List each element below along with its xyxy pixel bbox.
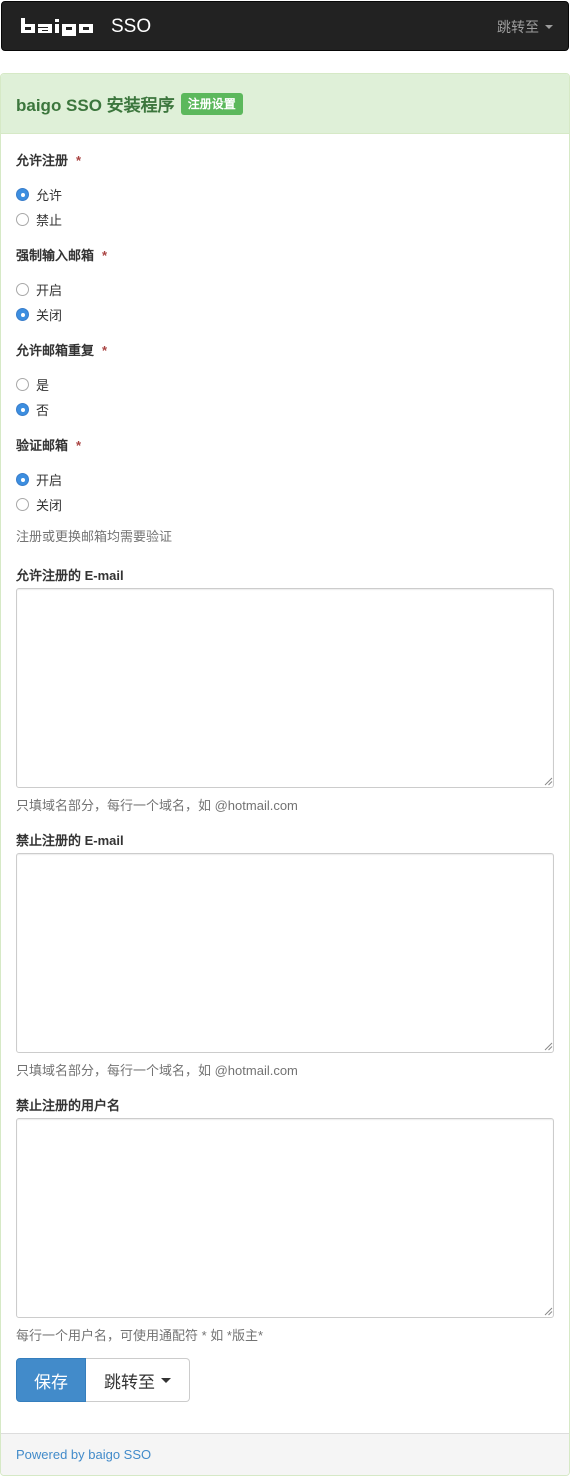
banned-emails-textarea[interactable] (16, 853, 554, 1053)
banned-emails-help: 只填域名部分，每行一个域名，如 @hotmail.com (16, 1063, 298, 1078)
powered-by-link[interactable]: Powered by baigo SSO (16, 1447, 151, 1462)
resize-grip-icon[interactable] (544, 777, 553, 786)
banned-emails-label: 禁止注册的 E-mail (16, 833, 124, 848)
top-navbar: SSO 跳转至 (1, 1, 569, 51)
verify-email-option-off[interactable]: 关闭 (16, 495, 62, 514)
panel-footer: Powered by baigo SSO (1, 1433, 569, 1475)
jump-dropdown-button[interactable]: 跳转至 (86, 1358, 190, 1402)
panel-heading: baigo SSO 安装程序 注册设置 (1, 74, 569, 134)
caret-down-icon (161, 1377, 171, 1383)
verify-email-option-on[interactable]: 开启 (16, 470, 62, 489)
banned-names-help: 每行一个用户名，可使用通配符 * 如 *版主* (16, 1328, 264, 1343)
required-marker: * (76, 438, 82, 453)
radio-unchecked-icon[interactable] (16, 498, 29, 511)
required-marker: * (76, 153, 82, 168)
verify-email-label: 验证邮箱 * (16, 438, 82, 453)
radio-unchecked-icon[interactable] (16, 283, 29, 296)
force-email-label: 强制输入邮箱 * (16, 248, 108, 263)
required-marker: * (102, 248, 108, 263)
dup-email-label: 允许邮箱重复 * (16, 343, 108, 358)
allowed-emails-help: 只填域名部分，每行一个域名，如 @hotmail.com (16, 798, 298, 813)
allowed-emails-textarea[interactable] (16, 588, 554, 788)
form-actions: 保存 跳转至 (16, 1358, 190, 1402)
radio-checked-icon[interactable] (16, 403, 29, 416)
step-badge: 注册设置 (180, 92, 243, 115)
nav-jump-label: 跳转至 (497, 19, 539, 35)
verify-email-help: 注册或更换邮箱均需要验证 (16, 529, 173, 544)
nav-jump-dropdown[interactable]: 跳转至 (497, 17, 553, 37)
allow-reg-option-deny[interactable]: 禁止 (16, 210, 62, 229)
jump-button-label: 跳转至 (104, 1372, 155, 1392)
save-button[interactable]: 保存 (16, 1358, 86, 1402)
required-marker: * (102, 343, 108, 358)
dup-email-option-no[interactable]: 否 (16, 400, 49, 419)
brand-text: SSO (111, 16, 152, 37)
force-email-option-off[interactable]: 关闭 (16, 305, 62, 324)
allowed-emails-label: 允许注册的 E-mail (16, 568, 124, 583)
radio-checked-icon[interactable] (16, 473, 29, 486)
allow-reg-label: 允许注册 * (16, 153, 82, 168)
radio-unchecked-icon[interactable] (16, 213, 29, 226)
resize-grip-icon[interactable] (544, 1042, 553, 1051)
radio-checked-icon[interactable] (16, 188, 29, 201)
install-panel: baigo SSO 安装程序 注册设置 允许注册 * 允许 禁止 强制输入邮箱 * … (0, 73, 570, 1476)
radio-checked-icon[interactable] (16, 308, 29, 321)
baigo-logo (21, 18, 93, 36)
radio-unchecked-icon[interactable] (16, 378, 29, 391)
caret-down-icon (545, 25, 553, 29)
dup-email-option-yes[interactable]: 是 (16, 375, 49, 394)
banned-names-textarea[interactable] (16, 1118, 554, 1318)
force-email-option-on[interactable]: 开启 (16, 280, 62, 299)
resize-grip-icon[interactable] (544, 1307, 553, 1316)
allow-reg-option-allow[interactable]: 允许 (16, 185, 62, 204)
brand[interactable]: SSO (21, 15, 151, 39)
banned-names-label: 禁止注册的用户名 (16, 1098, 121, 1113)
page-title: baigo SSO 安装程序 (16, 96, 175, 115)
